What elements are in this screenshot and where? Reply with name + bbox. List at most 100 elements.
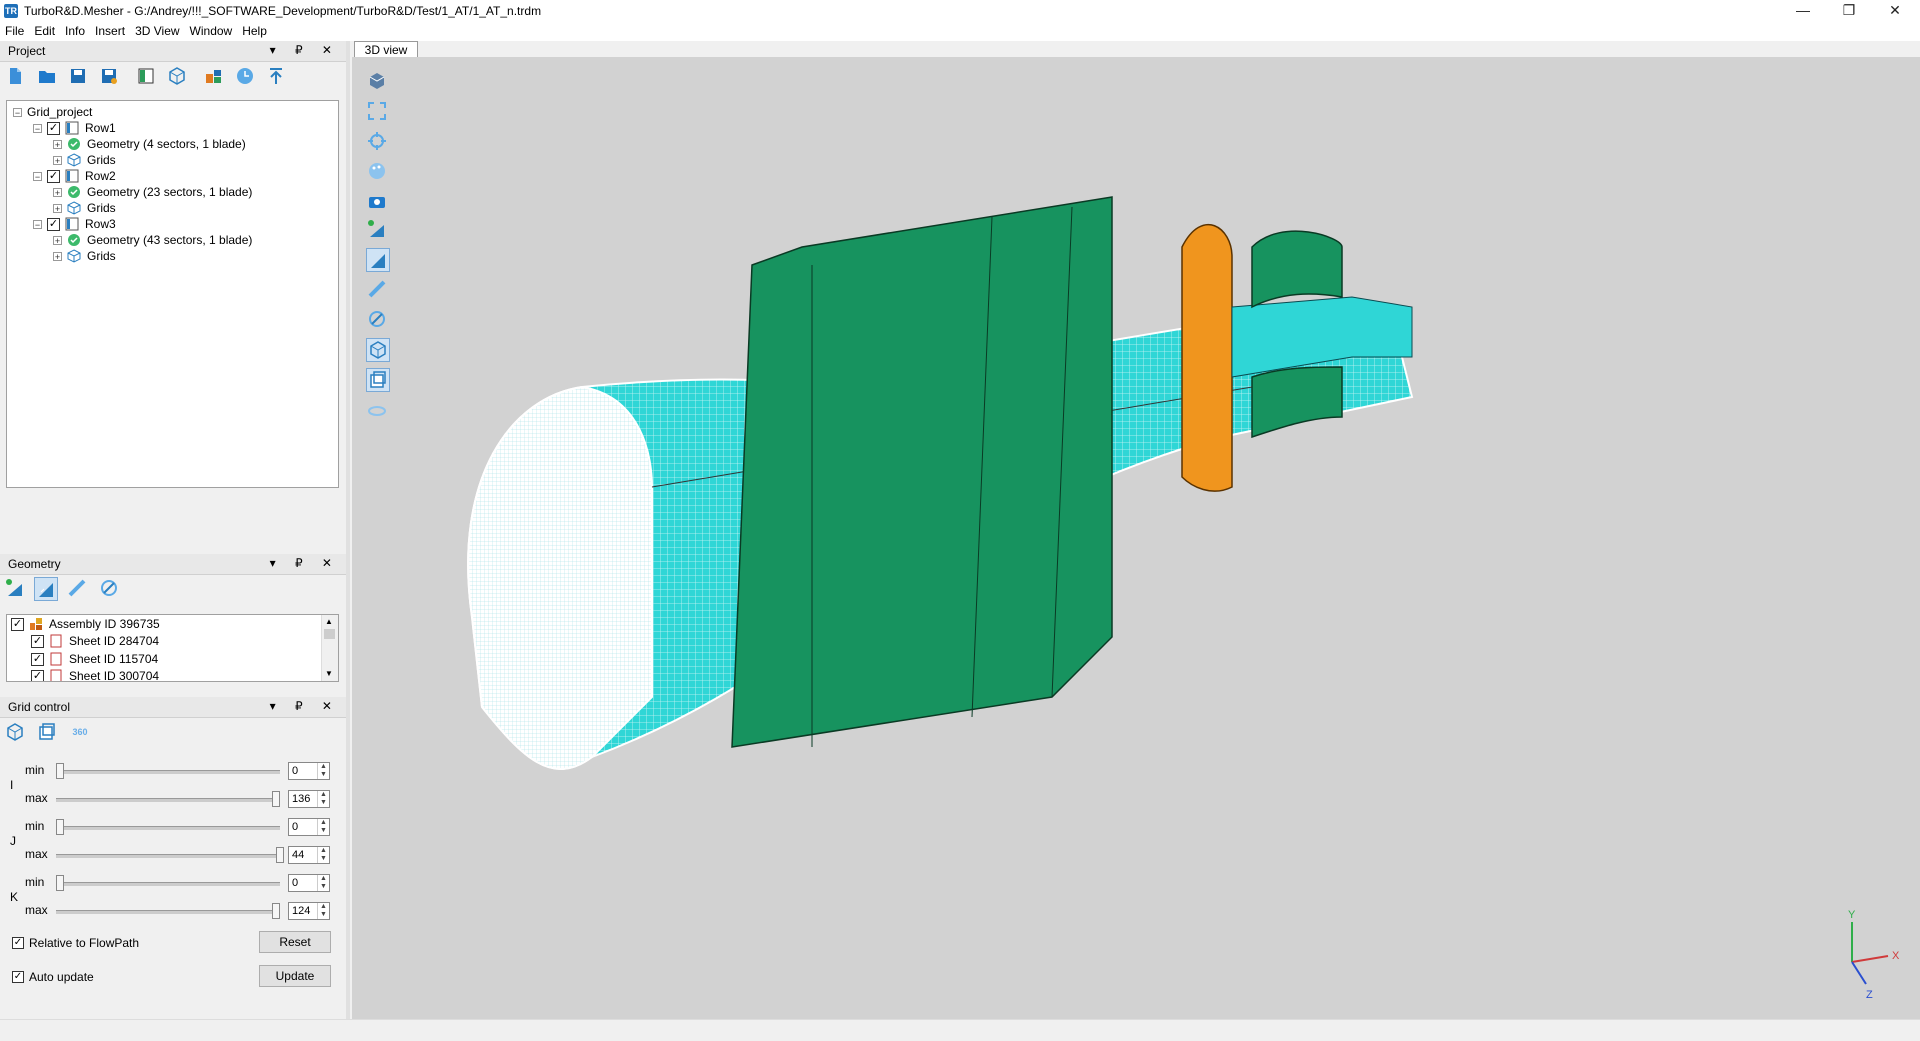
auto-update-checkbox[interactable]: ✓ <box>12 971 24 983</box>
assembly-checkbox[interactable]: ✓ <box>11 617 24 631</box>
collapse-icon[interactable]: − <box>33 123 42 133</box>
surface-select-icon[interactable] <box>366 248 390 272</box>
dock-splitter[interactable] <box>346 41 350 1019</box>
row1-checkbox[interactable]: ✓ <box>47 121 60 135</box>
i-max-track[interactable] <box>56 798 280 802</box>
save-as-icon[interactable] <box>98 65 120 87</box>
k-min-slider[interactable] <box>56 875 64 891</box>
spin-arrows-icon[interactable]: ▲ ▼ <box>317 847 329 863</box>
geometry-sheet[interactable]: ✓ Sheet ID 115704 <box>31 650 158 668</box>
k-max-track[interactable] <box>56 910 280 914</box>
grid-control-buttons[interactable]: ▾ ₽ ✕ <box>270 699 340 713</box>
k-max-spinbox[interactable]: 124 ▲ ▼ <box>288 902 330 920</box>
scroll-up-icon[interactable]: ▲ <box>325 617 333 626</box>
row3-checkbox[interactable]: ✓ <box>47 217 60 231</box>
menu-window[interactable]: Window <box>185 22 238 41</box>
j-min-slider[interactable] <box>56 819 64 835</box>
grid-cube-icon[interactable] <box>166 65 188 87</box>
book-icon[interactable] <box>135 65 157 87</box>
view-cube-icon[interactable] <box>366 70 388 92</box>
grid-icon <box>67 249 81 263</box>
geometry-scrollbar[interactable]: ▲ ▼ <box>321 615 338 681</box>
new-file-icon[interactable] <box>4 65 26 87</box>
sheet-checkbox[interactable]: ✓ <box>31 652 44 666</box>
j-max-slider[interactable] <box>276 847 284 863</box>
menu-edit[interactable]: Edit <box>29 22 60 41</box>
rotate-surface-icon[interactable] <box>366 308 388 330</box>
collapse-icon[interactable]: − <box>33 219 42 229</box>
k-min-track[interactable] <box>56 882 280 886</box>
relative-flowpath-checkbox[interactable]: ✓ <box>12 937 24 949</box>
expand-icon[interactable]: + <box>53 155 62 165</box>
i-max-spinbox[interactable]: 136 ▲ ▼ <box>288 790 330 808</box>
j-min-spinbox[interactable]: 0 ▲ ▼ <box>288 818 330 836</box>
i-min-track[interactable] <box>56 770 280 774</box>
spin-arrows-icon[interactable]: ▲ ▼ <box>317 819 329 835</box>
spin-arrows-icon[interactable]: ▲ ▼ <box>317 763 329 779</box>
sheet-checkbox[interactable]: ✓ <box>31 669 44 681</box>
expand-icon[interactable]: + <box>53 235 62 245</box>
j-min-track[interactable] <box>56 826 280 830</box>
geometry-panel-header: Geometry ▾ ₽ ✕ <box>0 554 346 575</box>
expand-icon[interactable]: + <box>53 203 62 213</box>
geometry-sheet[interactable]: ✓ Sheet ID 300704 <box>31 667 159 681</box>
grid-cube-icon[interactable] <box>4 721 26 743</box>
expand-icon[interactable]: + <box>53 139 62 149</box>
fit-all-icon[interactable] <box>366 100 388 122</box>
minimize-button[interactable]: — <box>1780 0 1826 22</box>
j-max-spinbox[interactable]: 44 ▲ ▼ <box>288 846 330 864</box>
surface-icon[interactable] <box>34 577 58 601</box>
ruler-icon[interactable] <box>66 577 88 599</box>
update-button[interactable]: Update <box>259 965 331 987</box>
spin-arrows-icon[interactable]: ▲ ▼ <box>317 903 329 919</box>
tree-row3-grids[interactable]: + Grids <box>53 247 116 265</box>
save-icon[interactable] <box>67 65 89 87</box>
clock-icon[interactable] <box>234 65 256 87</box>
expand-icon[interactable]: + <box>53 251 62 261</box>
assembly-icon[interactable] <box>203 65 225 87</box>
layers-icon[interactable] <box>366 368 390 392</box>
collapse-icon[interactable]: − <box>13 107 22 117</box>
menu-help[interactable]: Help <box>237 22 272 41</box>
i-max-slider[interactable] <box>272 791 280 807</box>
menu-file[interactable]: File <box>0 22 29 41</box>
menu-3d-view[interactable]: 3D View <box>130 22 184 41</box>
3d-viewport[interactable]: Y X Z <box>352 57 1920 1019</box>
geometry-sheet[interactable]: ✓ Sheet ID 284704 <box>31 632 159 650</box>
layers-icon[interactable] <box>36 721 58 743</box>
project-panel-buttons[interactable]: ▾ ₽ ✕ <box>270 43 340 57</box>
scroll-down-icon[interactable]: ▼ <box>325 669 333 678</box>
i-min-slider[interactable] <box>56 763 64 779</box>
add-geometry-icon[interactable] <box>4 577 26 599</box>
open-folder-icon[interactable] <box>36 65 58 87</box>
rotate-360-icon[interactable] <box>366 400 388 422</box>
row2-checkbox[interactable]: ✓ <box>47 169 60 183</box>
grid-cube-icon[interactable] <box>366 338 390 362</box>
add-surface-icon[interactable] <box>366 218 388 240</box>
i-min-spinbox[interactable]: 0 ▲ ▼ <box>288 762 330 780</box>
menu-insert[interactable]: Insert <box>90 22 130 41</box>
k-max-slider[interactable] <box>272 903 280 919</box>
geometry-assembly[interactable]: ✓ Assembly ID 396735 <box>11 615 160 633</box>
sheet-checkbox[interactable]: ✓ <box>31 634 44 648</box>
rotate-icon[interactable] <box>98 577 120 599</box>
collapse-icon[interactable]: − <box>33 171 42 181</box>
palette-icon[interactable] <box>366 160 388 182</box>
maximize-button[interactable]: ❐ <box>1826 0 1872 22</box>
close-button[interactable]: ✕ <box>1872 0 1918 22</box>
center-icon[interactable] <box>366 130 388 152</box>
rotate-360-icon[interactable]: 360 <box>67 721 93 743</box>
expand-icon[interactable]: + <box>53 187 62 197</box>
upload-icon[interactable] <box>265 65 287 87</box>
spin-arrows-icon[interactable]: ▲ ▼ <box>317 791 329 807</box>
geometry-panel-buttons[interactable]: ▾ ₽ ✕ <box>270 556 340 570</box>
k-min-spinbox[interactable]: 0 ▲ ▼ <box>288 874 330 892</box>
spin-arrows-icon[interactable]: ▲ ▼ <box>317 875 329 891</box>
tab-3d-view[interactable]: 3D view <box>354 41 418 58</box>
reset-button[interactable]: Reset <box>259 931 331 953</box>
camera-icon[interactable] <box>366 190 388 212</box>
scroll-thumb[interactable] <box>324 629 335 639</box>
j-max-track[interactable] <box>56 854 280 858</box>
ruler-icon[interactable] <box>366 278 388 300</box>
menu-info[interactable]: Info <box>60 22 90 41</box>
